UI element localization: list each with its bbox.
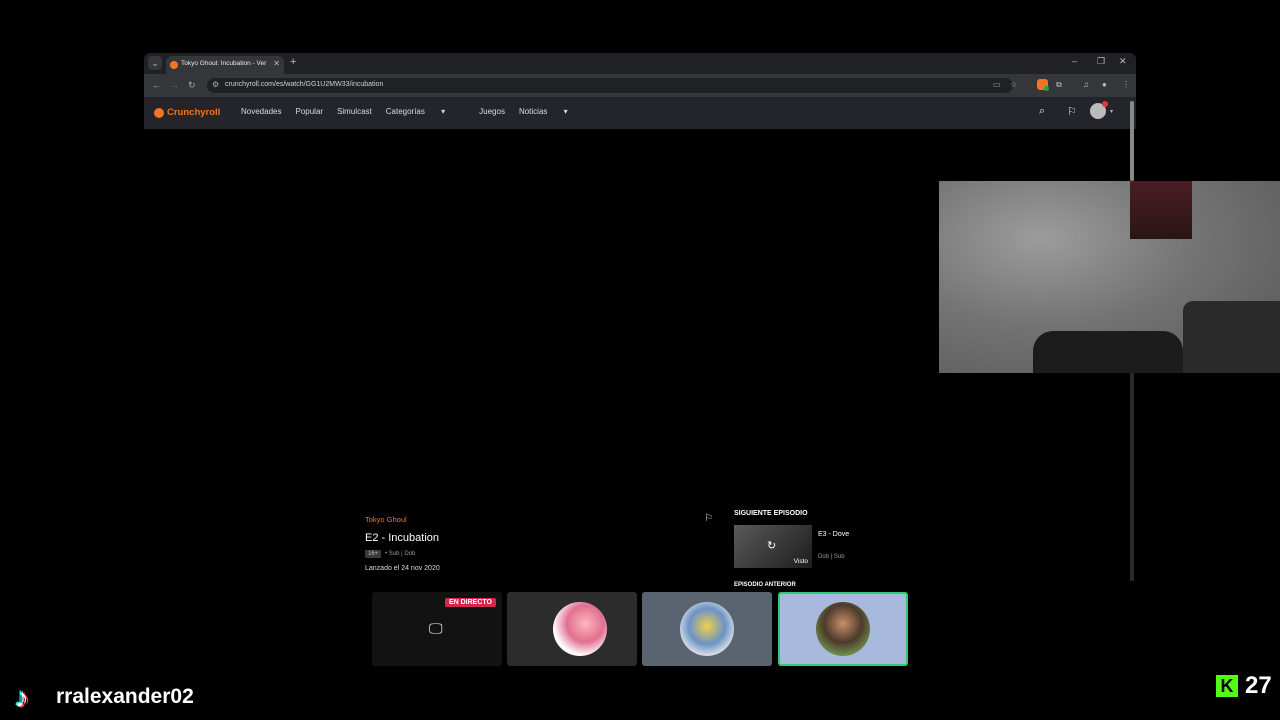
nav-categorias[interactable]: Categorías ▾ [386,107,459,116]
restore-button[interactable]: ❐ [1097,56,1105,67]
tab-search-button[interactable]: ⌄ [148,56,162,70]
next-episode-title[interactable]: E3 - Dove [818,531,849,538]
chair-shape [1183,301,1280,373]
nav-juegos[interactable]: Juegos [479,107,505,116]
nav-noticias[interactable]: Noticias ▾ [519,107,582,116]
back-icon[interactable]: ← [152,80,161,90]
crunchyroll-favicon-icon [170,61,178,69]
replay-icon: ↻ [767,540,777,552]
extensions-puzzle-icon[interactable]: ⧉ [1056,80,1062,90]
site-info-icon[interactable]: ⚙ [212,80,219,89]
next-episode-thumbnail[interactable]: ↻ Visto [734,525,812,568]
chair-shape [1033,331,1183,373]
series-link[interactable]: Tokyo Ghoul [365,515,407,524]
webcam-overlay [939,181,1280,373]
release-date: Lanzado el 24 nov 2020 [365,565,440,572]
extension-icon[interactable] [1037,79,1049,91]
audio-info: • Sub | Dob [385,551,416,557]
tab-title: Tokyo Ghoul: Incubation - Ver e [181,60,267,67]
nav-novedades[interactable]: Novedades [241,107,281,116]
next-episode-label: SIGUIENTE EPISODIO [734,510,808,517]
tab-bar: ⌄ Tokyo Ghoul: Incubation - Ver e ✕ + – … [144,53,1136,74]
crunchyroll-logo[interactable]: Crunchyroll [154,107,220,118]
forward-icon[interactable]: → [170,80,179,90]
kick-logo-icon: K [1216,675,1238,697]
participant-tile[interactable] [507,592,637,666]
watched-label: Visto [793,558,808,565]
minimize-button[interactable]: – [1072,56,1077,66]
chevron-down-icon: ▾ [563,107,568,116]
close-window-button[interactable]: ✕ [1119,56,1127,67]
avatar [553,602,607,656]
nav-simulcast[interactable]: Simulcast [337,107,372,116]
reload-icon[interactable]: ↻ [188,80,196,91]
watchlist-icon[interactable]: ⚐ [1067,105,1077,118]
crunchyroll-header: Crunchyroll Novedades Popular Simulcast … [144,97,1136,129]
menu-dots-icon[interactable]: ⋮ [1122,80,1130,89]
viewer-count: 27 [1245,672,1272,699]
maturity-rating: 16+ [365,550,382,558]
address-bar[interactable]: ⚙ crunchyroll.com/es/watch/GG1U2MW33/inc… [207,78,1017,93]
cast-icon[interactable]: ▭ [993,80,1001,89]
participant-tile-active[interactable] [778,592,908,666]
media-icon[interactable]: ♫ [1083,80,1089,89]
streamer-username: rralexander02 [56,685,194,708]
bookmark-star-icon[interactable]: ☆ [1010,80,1017,89]
browser-toolbar: ← → ↻ ⚙ crunchyroll.com/es/watch/GG1U2MW… [144,74,1136,97]
nav-popular[interactable]: Popular [295,107,323,116]
screen-share-icon: 🖵 [429,620,443,636]
tiktok-logo-icon: ♪ [15,682,29,713]
prev-episode-label: EPISODIO ANTERIOR [734,582,796,588]
chevron-down-icon: ▾ [441,107,446,116]
crunchyroll-logo-icon [154,107,164,118]
new-tab-button[interactable]: + [290,56,296,68]
avatar [816,602,870,656]
browser-tab[interactable]: Tokyo Ghoul: Incubation - Ver e ✕ [166,56,284,74]
user-avatar[interactable] [1090,101,1108,119]
next-episode-audio: Dob | Sub [818,554,845,560]
avatar [680,602,734,656]
tab-close-icon[interactable]: ✕ [273,59,280,68]
chevron-down-icon[interactable]: ▾ [1110,108,1113,115]
episode-title: E2 - Incubation [365,532,439,544]
live-badge: EN DIRECTO [444,598,496,607]
wall-poster [1130,181,1192,239]
episode-info: Tokyo Ghoul ⚐ E2 - Incubation 16+ • Sub … [365,510,925,588]
profile-icon[interactable]: ● [1102,80,1107,89]
bookmark-icon[interactable]: ⚐ [704,513,713,524]
main-nav: Novedades Popular Simulcast Categorías ▾… [241,107,596,116]
scrollbar-thumb[interactable] [1130,101,1134,181]
participant-tile[interactable] [642,592,772,666]
url-text: crunchyroll.com/es/watch/GG1U2MW33/incub… [225,81,384,88]
participant-tile-screen[interactable]: EN DIRECTO 🖵 [372,592,502,666]
search-icon[interactable]: ⌕ [1039,105,1045,118]
